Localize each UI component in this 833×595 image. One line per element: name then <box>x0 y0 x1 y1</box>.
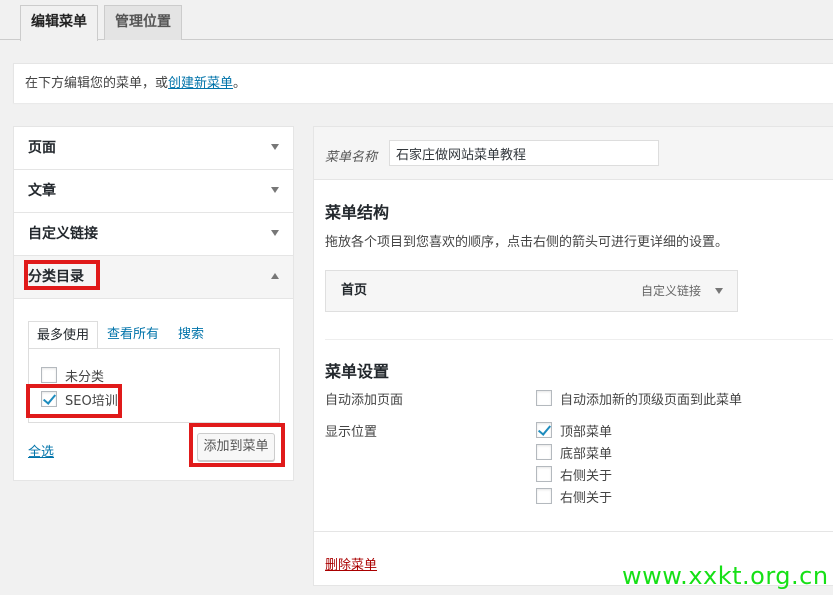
accordion-posts[interactable]: 文章 <box>14 170 293 213</box>
location-option[interactable]: 右侧关于 <box>536 486 612 506</box>
chevron-down-icon[interactable] <box>271 230 279 236</box>
location-checkbox[interactable] <box>536 466 552 482</box>
accordion-custom-links[interactable]: 自定义链接 <box>14 213 293 256</box>
menu-item-home[interactable]: 首页 自定义链接 <box>325 270 738 312</box>
accordion-custom-links-title: 自定义链接 <box>28 226 98 242</box>
category-checkbox[interactable] <box>41 367 57 383</box>
tab-manage-locations[interactable]: 管理位置 <box>104 5 182 40</box>
chevron-down-icon[interactable] <box>271 187 279 193</box>
tab-edit-menu[interactable]: 编辑菜单 <box>20 5 98 41</box>
menu-structure-description: 拖放各个项目到您喜欢的顺序，点击右侧的箭头可进行更详细的设置。 <box>325 235 729 250</box>
select-all-link[interactable]: 全选 <box>28 441 54 460</box>
menu-item-title: 首页 <box>341 283 368 298</box>
menu-name-input[interactable] <box>389 140 659 166</box>
menu-item-type: 自定义链接 <box>640 284 701 298</box>
notice-bar: 在下方编辑您的菜单，或创建新菜单。 <box>13 63 833 103</box>
highlight-box-seo-item <box>26 384 122 418</box>
auto-add-option[interactable]: 自动添加新的顶级页面到此菜单 <box>536 388 742 408</box>
display-location-label: 显示位置 <box>325 425 378 440</box>
menu-name-label: 菜单名称 <box>325 150 378 165</box>
location-label: 右侧关于 <box>560 490 613 506</box>
delete-menu-link[interactable]: 删除菜单 <box>325 554 377 573</box>
tab-view-all[interactable]: 查看所有 <box>107 321 159 349</box>
auto-add-option-label: 自动添加新的顶级页面到此菜单 <box>560 392 743 408</box>
auto-add-checkbox[interactable] <box>536 390 552 406</box>
list-item[interactable]: 未分类 <box>41 365 104 385</box>
category-label: 未分类 <box>65 369 105 385</box>
accordion-pages[interactable]: 页面 <box>14 127 293 170</box>
location-label: 顶部菜单 <box>560 424 613 440</box>
notice-prefix: 在下方编辑您的菜单，或 <box>25 76 169 91</box>
chevron-down-icon[interactable] <box>715 288 723 294</box>
location-checkbox[interactable] <box>536 444 552 460</box>
location-checkbox[interactable] <box>536 422 552 438</box>
settings-divider <box>325 339 833 340</box>
tab-most-used[interactable]: 最多使用 <box>28 321 99 349</box>
watermark-text: www.xxkt.org.cn <box>622 562 829 590</box>
menu-structure-title: 菜单结构 <box>325 203 390 222</box>
tab-search[interactable]: 搜索 <box>178 321 204 349</box>
accordion-posts-title: 文章 <box>28 183 56 199</box>
location-option[interactable]: 右侧关于 <box>536 464 612 484</box>
menu-header: 菜单名称 <box>314 127 833 180</box>
create-menu-link[interactable]: 创建新菜单 <box>168 76 233 91</box>
notice-suffix: 。 <box>233 76 247 91</box>
chevron-up-icon[interactable] <box>271 273 279 279</box>
location-checkbox[interactable] <box>536 488 552 504</box>
highlight-box-category-title <box>24 260 100 290</box>
menu-edit-panel: 菜单名称 菜单结构 拖放各个项目到您喜欢的顺序，点击右侧的箭头可进行更详细的设置… <box>313 126 833 586</box>
chevron-down-icon[interactable] <box>271 144 279 150</box>
location-label: 底部菜单 <box>560 446 613 462</box>
location-option[interactable]: 底部菜单 <box>536 442 612 462</box>
location-label: 右侧关于 <box>560 468 613 484</box>
nav-tabs: 编辑菜单 管理位置 <box>0 0 833 41</box>
highlight-box-add-button <box>189 423 285 467</box>
location-option[interactable]: 顶部菜单 <box>536 420 612 440</box>
auto-add-label: 自动添加页面 <box>325 393 404 408</box>
accordion-pages-title: 页面 <box>28 140 56 156</box>
menu-settings-title: 菜单设置 <box>325 362 390 381</box>
